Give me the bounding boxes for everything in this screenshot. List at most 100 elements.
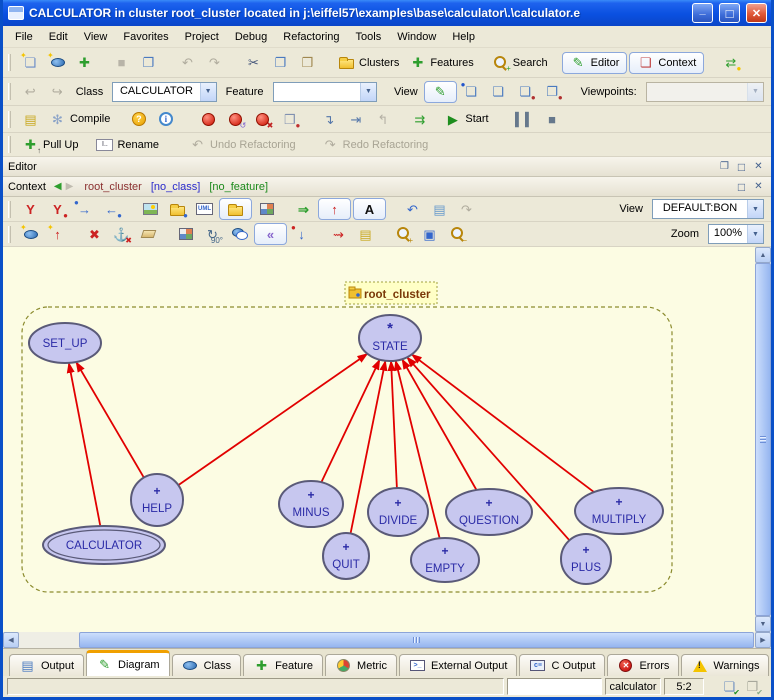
chevron-down-icon[interactable] [747, 225, 763, 243]
client-links-icon[interactable]: ←● [99, 198, 124, 220]
horizontal-scrollbar[interactable] [3, 632, 771, 648]
editor-maximize-icon[interactable] [734, 160, 749, 174]
tab-warnings[interactable]: Warnings [681, 654, 769, 676]
class-combo[interactable]: CALCULATOR [112, 82, 216, 102]
eraser-tool-icon[interactable] [136, 223, 161, 245]
menu-view[interactable]: View [76, 28, 116, 46]
outputs-check-icon[interactable]: ❏✔ [721, 678, 738, 695]
diagram-undo-icon[interactable]: ↶ [400, 198, 425, 220]
maximize-button[interactable] [719, 3, 740, 23]
cluster-links-icon[interactable]: Y● [45, 198, 70, 220]
rotate-tool-icon[interactable]: ↻90° [200, 223, 225, 245]
step-over-icon[interactable]: ⇥ [343, 108, 368, 130]
link-context-icon[interactable]: ⇄● [718, 52, 743, 74]
inheritance-link-help-to-state[interactable] [178, 354, 367, 485]
contract-view-icon[interactable]: ❏● [513, 81, 538, 103]
relayout-icon[interactable]: ⇒ [291, 198, 316, 220]
cut-icon[interactable]: ✂ [241, 52, 266, 74]
node-calculator[interactable]: CALCULATOR [43, 526, 165, 564]
compile-button[interactable]: ✻Compile [45, 108, 114, 130]
rename-button[interactable]: Rename [92, 134, 163, 156]
flat-view-icon[interactable]: ❏ [486, 81, 511, 103]
move-link-icon[interactable]: ⇝ [326, 223, 351, 245]
copy-icon[interactable]: ❐ [268, 52, 293, 74]
node-set_up[interactable]: SET_UP [29, 323, 101, 363]
node-empty[interactable]: +EMPTY [411, 538, 479, 582]
sort-classes-icon[interactable]: ↓● [289, 223, 314, 245]
zoom-out-icon[interactable]: − [444, 223, 469, 245]
close-button[interactable] [746, 3, 767, 23]
paste-icon[interactable]: ❒ [295, 52, 320, 74]
scroll-up-icon[interactable] [755, 247, 771, 263]
node-multiply[interactable]: +MULTIPLY [575, 488, 663, 534]
context-back-icon[interactable] [54, 181, 62, 192]
menu-favorites[interactable]: Favorites [115, 28, 176, 46]
context-feature[interactable]: [no_feature] [209, 181, 268, 193]
toolbar-grip[interactable] [8, 201, 11, 218]
tab-class[interactable]: Class [172, 654, 242, 676]
menu-tools[interactable]: Tools [348, 28, 390, 46]
tab-errors[interactable]: Errors [607, 654, 679, 676]
vertical-scrollbar[interactable] [755, 247, 771, 632]
class-links-icon[interactable]: Y [18, 198, 43, 220]
zoom-combo[interactable]: 100% [708, 224, 764, 244]
inheritance-mode-icon[interactable]: ↑ [318, 198, 351, 220]
tab-feature[interactable]: ✚Feature [243, 654, 323, 676]
inheritance-link-minus-to-state[interactable] [321, 360, 379, 483]
diagram-history-icon[interactable]: ▤ [427, 198, 452, 220]
cluster-label[interactable]: root_cluster [345, 282, 437, 304]
clusters-button[interactable]: Clusters [334, 52, 403, 74]
viewpoints-combo[interactable] [646, 82, 764, 102]
diagram-redo-icon[interactable]: ↷ [454, 198, 479, 220]
basic-text-view-icon[interactable]: ✎ [424, 81, 457, 103]
diagram-view-combo[interactable]: DEFAULT:BON [652, 199, 764, 219]
minimize-button[interactable] [692, 3, 713, 23]
editor-button[interactable]: ✎Editor [562, 52, 628, 74]
features-button[interactable]: ✚Features [405, 52, 477, 74]
context-close-icon[interactable] [751, 180, 766, 194]
context-forward-icon[interactable] [66, 181, 74, 192]
node-quit[interactable]: +QUIT [323, 533, 369, 579]
undo-refactoring-button[interactable]: ↶Undo Refactoring [185, 134, 300, 156]
new-inheritance-tool-icon[interactable]: ↑✦ [45, 223, 70, 245]
menu-refactoring[interactable]: Refactoring [275, 28, 347, 46]
node-plus[interactable]: +PLUS [561, 534, 611, 584]
class-history-back-icon[interactable]: ↩ [18, 81, 43, 103]
inheritance-link-calculator-to-set_up[interactable] [69, 363, 100, 526]
fan-links-icon[interactable]: « [254, 223, 287, 245]
chevron-down-icon[interactable] [200, 83, 216, 101]
toolbar-grip[interactable] [8, 54, 11, 71]
menu-edit[interactable]: Edit [41, 28, 76, 46]
uml-view-icon[interactable] [192, 198, 217, 220]
diagram-canvas[interactable]: SET_UP*STATE+HELPCALCULATOR+MINUS+QUIT+D… [3, 247, 755, 632]
start-button[interactable]: ▶Start [440, 108, 492, 130]
breakpoints-toggle-icon[interactable]: ↺ [223, 108, 248, 130]
tab-metric[interactable]: Metric [325, 654, 397, 676]
supplier-links-icon[interactable]: →● [72, 198, 97, 220]
chevron-down-icon[interactable] [747, 200, 763, 218]
context-maximize-icon[interactable] [734, 180, 749, 194]
toolbar-grip[interactable] [8, 136, 11, 153]
colors-tool-icon[interactable] [173, 223, 198, 245]
toolbar-grip[interactable] [8, 111, 11, 128]
notes-icon[interactable]: ▤ [353, 223, 378, 245]
breakpoints-remove-icon[interactable]: ✖ [250, 108, 275, 130]
redo-icon[interactable]: ↷ [202, 52, 227, 74]
outputs-check-all-icon[interactable]: ❐✔ [744, 678, 761, 695]
toolbar-grip[interactable] [8, 226, 11, 243]
export-folder-icon[interactable]: ● [165, 198, 190, 220]
menu-project[interactable]: Project [177, 28, 227, 46]
new-class-tool-icon[interactable]: ✦ [18, 223, 43, 245]
node-question[interactable]: +QUESTION [446, 489, 532, 535]
interface-view-icon[interactable]: ❐● [540, 81, 565, 103]
tab-c-output[interactable]: C Output [519, 654, 605, 676]
bon-view-icon[interactable] [219, 198, 252, 220]
node-state[interactable]: *STATE [359, 315, 421, 361]
precompile-icon[interactable] [126, 108, 151, 130]
context-button[interactable]: ❏Context [629, 52, 704, 74]
tab-diagram[interactable]: ✎Diagram [86, 650, 170, 676]
clickable-view-icon[interactable]: ❏● [459, 81, 484, 103]
editor-close-icon[interactable] [751, 160, 766, 174]
step-out-icon[interactable]: ↰ [370, 108, 395, 130]
menu-file[interactable]: File [7, 28, 41, 46]
